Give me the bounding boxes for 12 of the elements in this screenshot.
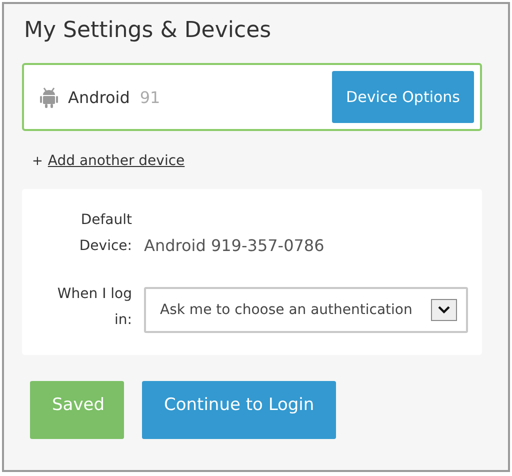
page-title: My Settings & Devices: [24, 18, 272, 43]
default-device-value: Android 919-357-0786: [144, 235, 326, 257]
default-device-label: Default Device:: [78, 211, 132, 256]
login-label: When I log in:: [56, 285, 132, 330]
device-name: Android: [68, 88, 130, 106]
android-icon: [40, 86, 58, 108]
device-number: 91: [140, 88, 160, 106]
login-method-select[interactable]: Ask me to choose an authentication: [144, 287, 468, 333]
add-device-link[interactable]: Add another device: [48, 153, 185, 169]
caret-icon: [431, 299, 457, 321]
device-card[interactable]: Android 91 Device Options: [22, 63, 482, 131]
plus-sign: +: [32, 154, 43, 168]
